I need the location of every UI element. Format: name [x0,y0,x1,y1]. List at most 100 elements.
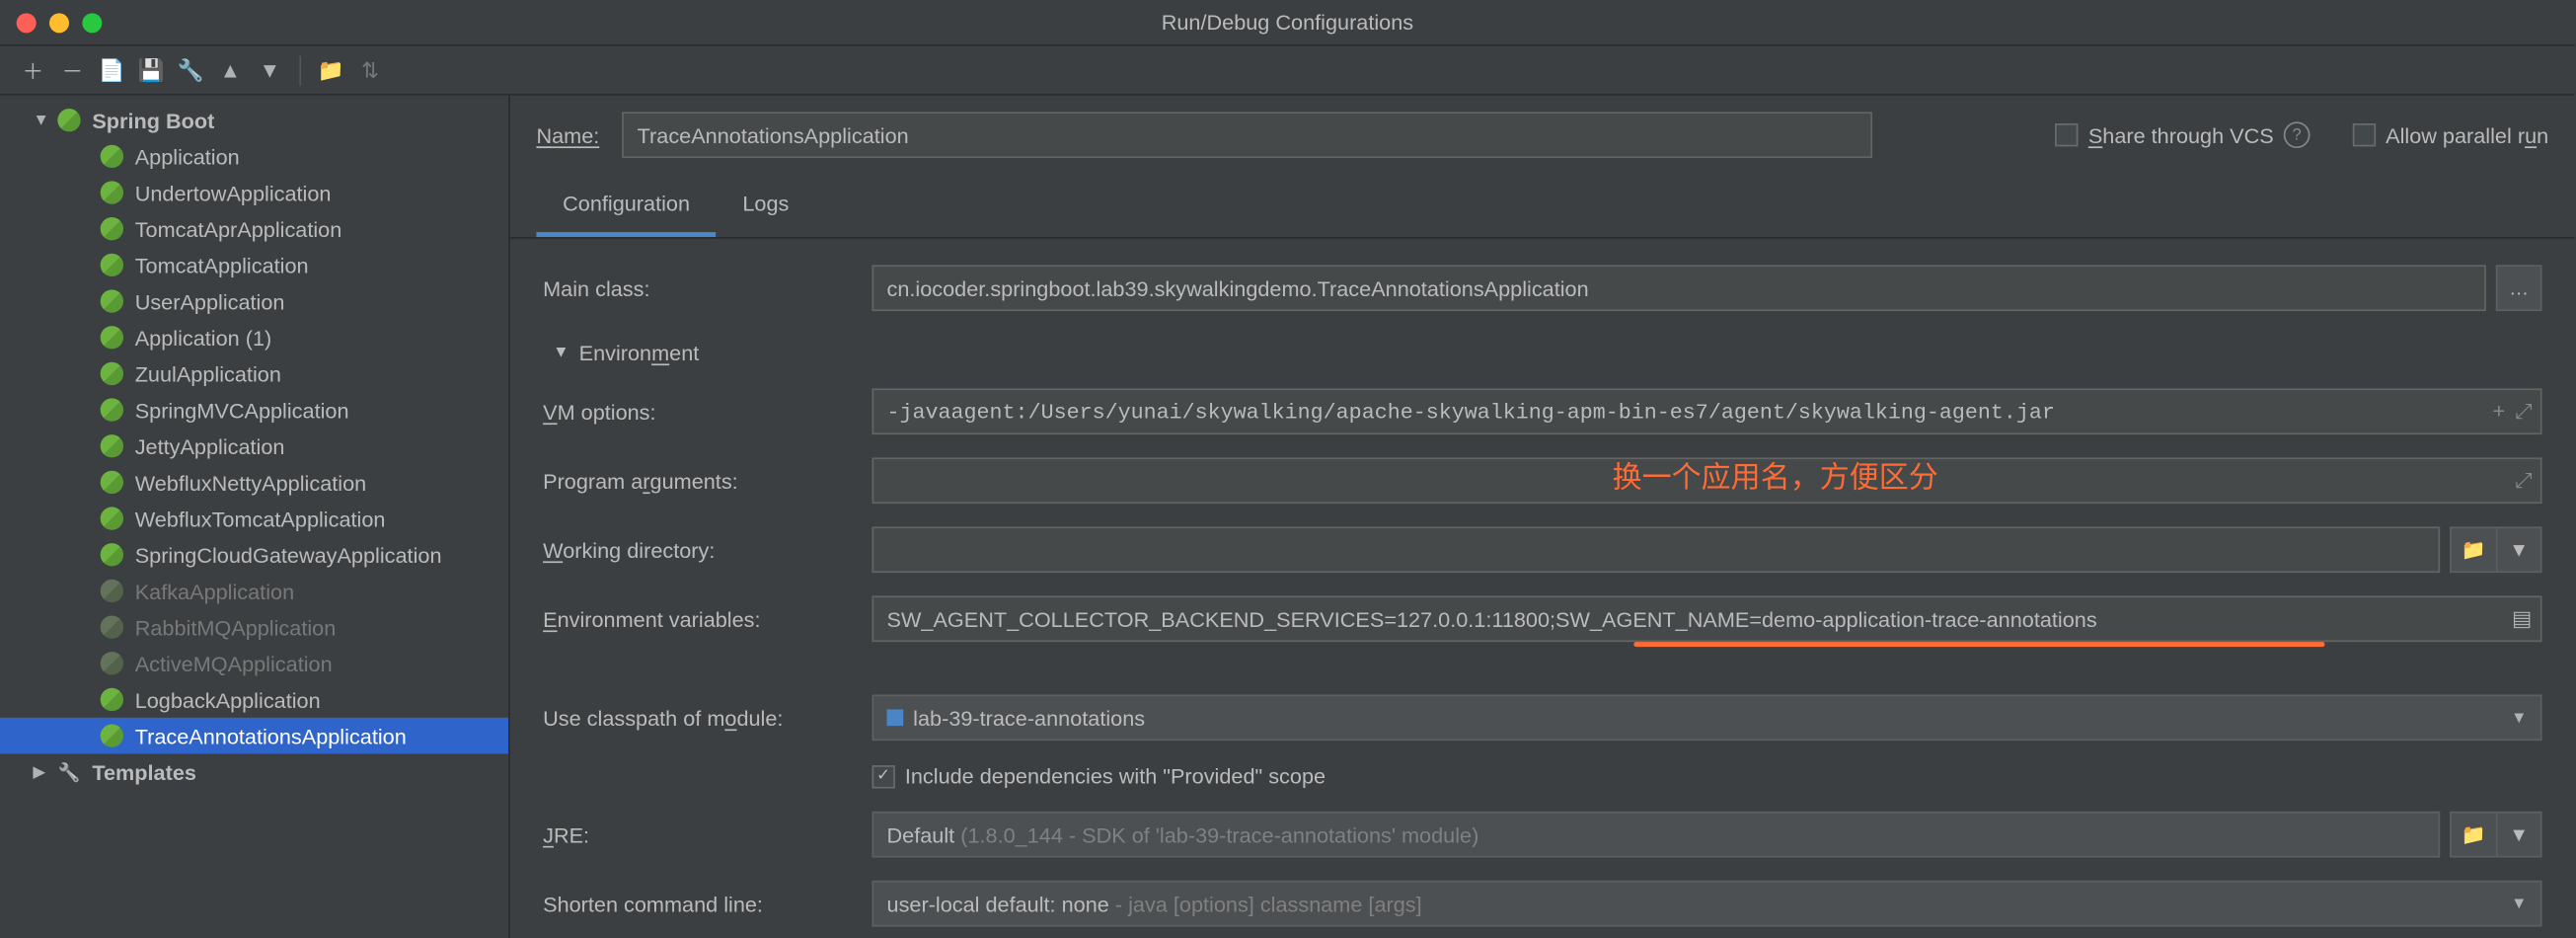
main-class-input[interactable] [872,265,2486,311]
name-label: Name: [536,122,599,147]
move-down-button[interactable]: ▼ [257,57,283,84]
spring-icon [99,723,125,749]
tree-templates-label: Templates [92,759,196,784]
spring-icon [99,143,125,170]
program-args-input[interactable] [872,457,2542,504]
main-class-label: Main class: [543,275,856,300]
tree-item[interactable]: KafkaApplication [0,573,508,609]
share-vcs-label: Share through VCS [2088,122,2274,147]
expand-field-icon[interactable]: ⤢ [2515,467,2532,494]
spring-icon [99,686,125,713]
add-macro-icon[interactable]: + [2493,398,2506,425]
env-vars-label: Environment variables: [543,606,856,631]
tree-item[interactable]: JettyApplication [0,428,508,464]
working-dir-input[interactable] [872,526,2441,573]
jre-select[interactable]: Default (1.8.0_144 - SDK of 'lab-39-trac… [872,812,2441,858]
tree-item[interactable]: WebfluxNettyApplication [0,464,508,501]
collapse-icon: ▼ [553,344,569,361]
spring-icon [99,324,125,351]
minimize-window-button[interactable] [49,13,69,33]
browse-folder-button[interactable]: 📁 [2450,526,2496,573]
module-icon [887,709,904,726]
spring-icon [99,578,125,604]
spring-icon [99,614,125,641]
program-args-label: Program arguments: [543,468,856,493]
expand-icon: ▶ [33,763,52,781]
jre-dropdown-button[interactable]: ▼ [2496,812,2542,858]
vm-options-input[interactable] [872,388,2542,434]
annotation-underline [1633,642,2324,647]
tree-root-label: Spring Boot [92,108,214,132]
allow-parallel-checkbox[interactable] [2353,123,2376,146]
tree-item[interactable]: WebfluxTomcatApplication [0,501,508,537]
browse-jre-button[interactable]: 📁 [2450,812,2496,858]
share-vcs-checkbox[interactable] [2055,123,2078,146]
spring-icon [99,397,125,424]
spring-icon [99,180,125,206]
add-config-button[interactable]: ＋ [20,57,46,84]
tree-item[interactable]: LogbackApplication [0,681,508,718]
working-dir-dropdown-button[interactable]: ▼ [2496,526,2542,573]
titlebar: Run/Debug Configurations [0,0,2575,46]
tree-item[interactable]: SpringCloudGatewayApplication [0,536,508,573]
folder-button[interactable]: 📁 [318,57,344,84]
allow-parallel-label: Allow parallel run [2386,122,2548,147]
spring-icon [99,432,125,459]
classpath-select[interactable]: lab-39-trace-annotations ▼ [872,694,2542,741]
toolbar-separator [299,55,301,85]
spring-icon [99,252,125,278]
expand-icon: ▼ [33,112,52,129]
env-vars-input[interactable] [872,595,2542,642]
tree-item[interactable]: Application (1) [0,319,508,355]
environment-section-label: Environment [579,341,700,365]
working-dir-label: Working directory: [543,537,856,562]
remove-config-button[interactable]: － [59,57,86,84]
tree-item[interactable]: ActiveMQApplication [0,645,508,681]
include-provided-label: Include dependencies with "Provided" sco… [905,763,1326,788]
spring-boot-icon [56,107,83,133]
save-config-button[interactable]: 💾 [138,57,165,84]
tree-templates[interactable]: ▶ Templates [0,753,508,790]
expand-field-icon[interactable]: ⤢ [2515,398,2532,425]
name-input[interactable] [623,112,1873,158]
close-window-button[interactable] [17,13,37,33]
chevron-down-icon: ▼ [2511,895,2528,912]
spring-icon [99,469,125,496]
edit-env-vars-button[interactable]: ▤ [2512,605,2532,632]
tree-item[interactable]: TomcatAprApplication [0,210,508,247]
config-tree: ▼ Spring Boot Application UndertowApplic… [0,96,510,938]
tree-item[interactable]: UserApplication [0,283,508,320]
tab-configuration[interactable]: Configuration [536,175,716,237]
jre-label: JRE: [543,822,856,847]
tree-item[interactable]: TomcatApplication [0,247,508,283]
maximize-window-button[interactable] [82,13,102,33]
tree-item[interactable]: SpringMVCApplication [0,392,508,429]
tree-item[interactable]: ZuulApplication [0,355,508,392]
include-provided-checkbox[interactable] [872,764,895,787]
shorten-select[interactable]: user-local default: none - java [options… [872,881,2542,927]
vm-options-label: VM options: [543,399,856,424]
sort-button[interactable]: ⇅ [357,57,384,84]
tree-item-selected[interactable]: TraceAnnotationsApplication [0,718,508,754]
tree-item[interactable]: UndertowApplication [0,175,508,211]
toolbar: ＋ － 📄 💾 🔧 ▲ ▼ 📁 ⇅ [0,46,2575,96]
spring-icon [99,541,125,568]
spring-icon [99,215,125,242]
tabs: Configuration Logs [510,175,2575,239]
chevron-down-icon: ▼ [2511,709,2528,727]
spring-icon [99,506,125,532]
tab-logs[interactable]: Logs [717,175,815,237]
environment-section-header[interactable]: ▼ Environment [543,334,2541,371]
spring-icon [99,288,125,315]
spring-icon [99,360,125,387]
wrench-icon [56,758,83,785]
help-icon[interactable]: ? [2284,121,2311,148]
move-up-button[interactable]: ▲ [217,57,244,84]
shorten-label: Shorten command line: [543,892,856,916]
edit-defaults-button[interactable]: 🔧 [178,57,204,84]
browse-main-class-button[interactable]: … [2496,265,2542,311]
copy-config-button[interactable]: 📄 [99,57,125,84]
tree-item[interactable]: RabbitMQApplication [0,609,508,646]
tree-root-spring-boot[interactable]: ▼ Spring Boot [0,102,508,138]
tree-item[interactable]: Application [0,138,508,175]
